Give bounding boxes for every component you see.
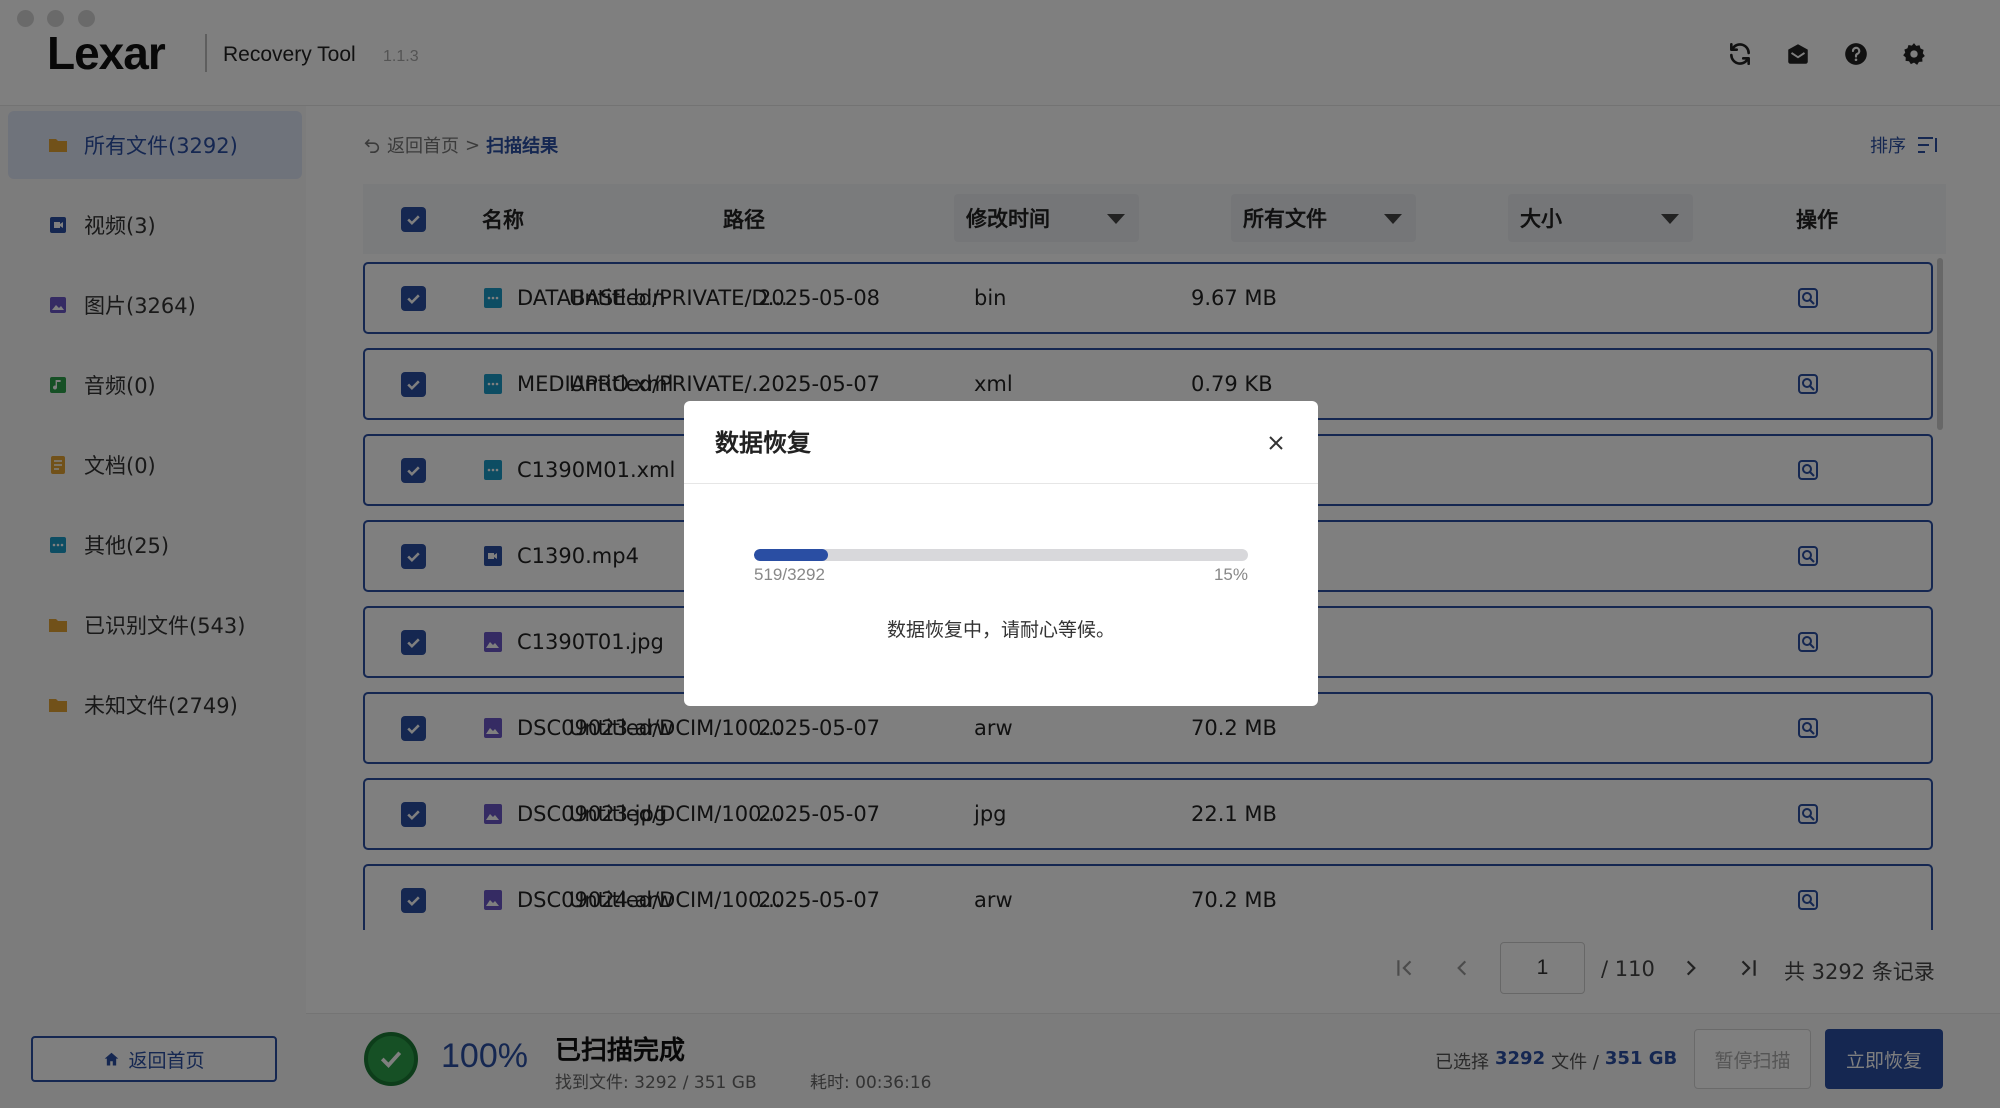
dialog-message: 数据恢复中，请耐心等候。 (886, 619, 1115, 641)
progress-percent: 15% (1213, 565, 1248, 584)
close-icon[interactable] (1262, 429, 1290, 457)
dialog-divider (684, 483, 1318, 484)
recovery-dialog: 数据恢复 519/3292 15% 数据恢复中，请耐心等候。 (684, 401, 1318, 706)
recovery-progress-fill (754, 549, 829, 561)
dialog-title: 数据恢复 (715, 429, 811, 457)
recovery-progress-bar (754, 549, 1248, 561)
progress-count: 519/3292 (754, 565, 825, 584)
